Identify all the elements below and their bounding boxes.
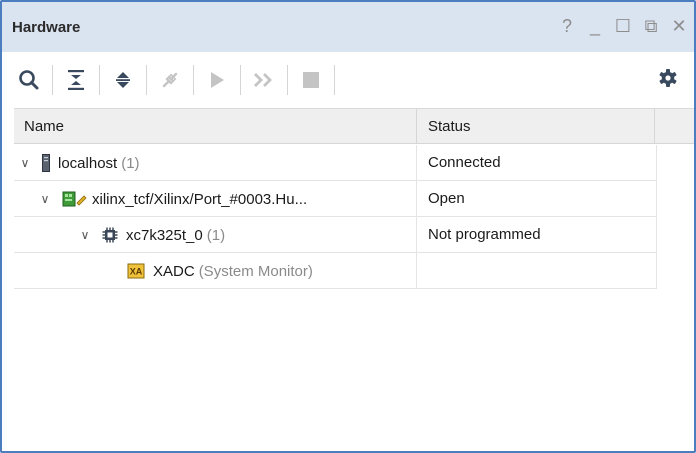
tree-item-label: localhost <box>58 154 118 172</box>
toolbar-separator <box>240 65 241 95</box>
status-cell <box>417 253 657 289</box>
table-header: Name Status <box>14 109 694 144</box>
toolbar <box>2 52 694 108</box>
collapse-all-icon <box>68 70 84 90</box>
settings-icon <box>659 69 677 87</box>
settings-button[interactable] <box>658 68 678 92</box>
name-cell: ∨ xilinx_tcf/Xilinx/Port_#0003.Hu... <box>14 181 417 217</box>
tree-item-count: (1) <box>206 226 226 244</box>
chevron-down-icon[interactable]: ∨ <box>38 192 52 206</box>
tree-item-label: xc7k325t_0 <box>126 226 203 244</box>
collapse-all-button[interactable] <box>63 67 89 93</box>
jtag-cable-icon <box>62 190 88 208</box>
tree-row-localhost[interactable]: ∨ localhost (1) Connected <box>14 145 657 181</box>
tree-row-xadc[interactable]: XA XADC (System Monitor) <box>14 253 657 289</box>
status-cell: Not programmed <box>417 217 657 253</box>
toolbar-separator <box>287 65 288 95</box>
tree-item-description: (System Monitor) <box>198 262 313 280</box>
expand-all-button[interactable] <box>110 67 136 93</box>
auto-connect-icon <box>162 72 178 88</box>
column-header-name[interactable]: Name <box>14 109 417 144</box>
panel-titlebar: Hardware ? _ ☐ ⧉ ✕ <box>2 2 694 52</box>
chevron-down-icon[interactable]: ∨ <box>78 228 92 242</box>
close-button[interactable]: ✕ <box>670 16 688 36</box>
server-icon <box>42 154 50 172</box>
skip-button[interactable] <box>251 67 277 93</box>
toolbar-separator <box>334 65 335 95</box>
hardware-panel: Hardware ? _ ☐ ⧉ ✕ Name Status ∨ localho… <box>0 0 696 453</box>
search-button[interactable] <box>16 67 42 93</box>
maximize-button[interactable]: ☐ <box>614 16 632 36</box>
tree-row-jtag-port[interactable]: ∨ xilinx_tcf/Xilinx/Port_#0003.Hu... Ope… <box>14 181 657 217</box>
toolbar-separator <box>193 65 194 95</box>
column-header-status[interactable]: Status <box>417 109 655 144</box>
toolbar-separator <box>146 65 147 95</box>
window-controls: ? _ ☐ ⧉ ✕ <box>558 16 688 36</box>
run-button[interactable] <box>204 67 230 93</box>
search-icon <box>19 70 39 90</box>
chip-icon <box>102 227 118 243</box>
hardware-tree-table: Name Status ∨ localhost (1) Connected ∨ … <box>14 108 694 453</box>
help-button[interactable]: ? <box>558 16 576 36</box>
xadc-icon: XA <box>127 263 145 279</box>
name-cell: ∨ xc7k325t_0 (1) <box>14 217 417 253</box>
name-cell: ∨ localhost (1) <box>14 145 417 181</box>
chevron-down-icon[interactable]: ∨ <box>18 156 32 170</box>
toolbar-separator <box>52 65 53 95</box>
svg-text:XA: XA <box>130 267 143 277</box>
tree-item-count: (1) <box>121 154 140 172</box>
tree-row-device[interactable]: ∨ xc7k325t_0 (1) Not programmed <box>14 217 657 253</box>
toolbar-separator <box>99 65 100 95</box>
run-icon <box>211 72 224 88</box>
tree-item-label: xilinx_tcf/Xilinx/Port_#0003.Hu... <box>92 190 308 208</box>
tree-item-label: XADC <box>153 262 195 280</box>
stop-button[interactable] <box>298 67 324 93</box>
float-button[interactable]: ⧉ <box>642 16 660 36</box>
expand-all-icon <box>116 72 130 88</box>
status-cell: Open <box>417 181 657 217</box>
skip-icon <box>254 73 272 87</box>
status-cell: Connected <box>417 145 657 181</box>
name-cell: XA XADC (System Monitor) <box>14 253 417 289</box>
stop-icon <box>303 72 319 88</box>
auto-connect-button[interactable] <box>157 67 183 93</box>
minimize-button[interactable]: _ <box>586 16 604 36</box>
panel-title: Hardware <box>12 18 81 36</box>
